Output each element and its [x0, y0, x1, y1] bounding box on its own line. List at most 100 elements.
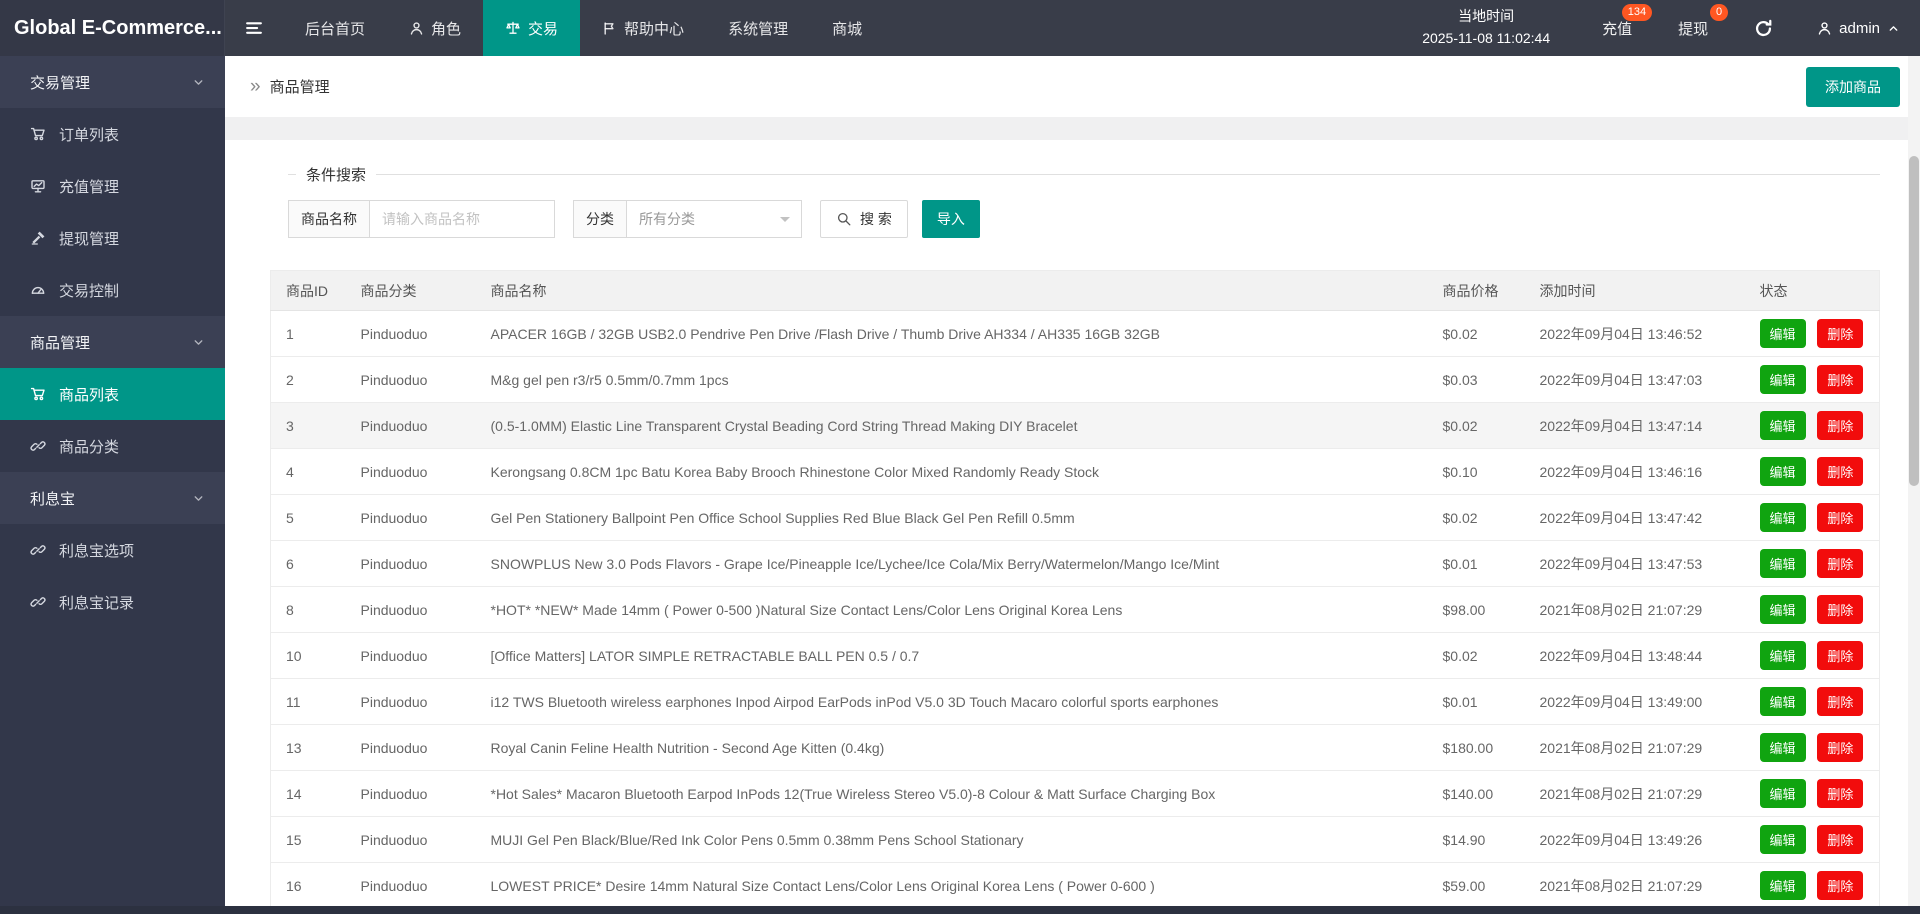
nav-item-dashboard[interactable]: 后台首页 [283, 0, 387, 56]
cell-product-price: $140.00 [1427, 770, 1525, 817]
sidebar-item-order-list[interactable]: 订单列表 [0, 108, 225, 160]
user-menu[interactable]: admin [1817, 20, 1900, 37]
cell-product-category: Pinduoduo [345, 632, 476, 679]
sidebar-item-trade-control[interactable]: 交易控制 [0, 264, 225, 316]
sidebar-section-product-management[interactable]: 商品管理 [0, 316, 225, 368]
chevron-down-icon [194, 339, 203, 345]
edit-button[interactable]: 编辑 [1759, 503, 1806, 532]
cell-product-name: i12 TWS Bluetooth wireless earphones Inp… [475, 678, 1428, 725]
sidebar-item-label: 充值管理 [59, 178, 120, 196]
menu-toggle-button[interactable] [225, 0, 283, 56]
nav-item-trade[interactable]: 交易 [483, 0, 581, 56]
table-row: 14 Pinduoduo *Hot Sales* Macaron Bluetoo… [270, 770, 1880, 817]
cell-product-id: 15 [270, 816, 346, 863]
chart-board-icon [31, 180, 45, 193]
cell-added-time: 2022年09月04日 13:47:42 [1524, 494, 1745, 541]
bottom-strip [0, 906, 1920, 914]
table-row: 3 Pinduoduo (0.5-1.0MM) Elastic Line Tra… [270, 402, 1880, 449]
delete-button[interactable]: 删除 [1817, 457, 1864, 486]
edit-button[interactable]: 编辑 [1759, 825, 1806, 854]
edit-button[interactable]: 编辑 [1759, 457, 1806, 486]
edit-button[interactable]: 编辑 [1759, 365, 1806, 394]
cell-product-price: $14.90 [1427, 816, 1525, 863]
cart-icon [30, 387, 45, 401]
cell-product-price: $0.02 [1427, 632, 1525, 679]
cell-product-category: Pinduoduo [345, 310, 476, 357]
nav-item-help[interactable]: 帮助中心 [580, 0, 706, 56]
delete-button[interactable]: 删除 [1817, 319, 1864, 348]
cell-added-time: 2022年09月04日 13:46:16 [1524, 448, 1745, 495]
link-icon [30, 441, 46, 451]
sidebar-section-interest-treasure[interactable]: 利息宝 [0, 472, 225, 524]
header-product-id: 商品ID [270, 270, 346, 311]
sidebar-item-recharge-management[interactable]: 充值管理 [0, 160, 225, 212]
cell-added-time: 2021年08月02日 21:07:29 [1524, 724, 1745, 771]
search-button[interactable]: 搜 索 [820, 200, 908, 238]
delete-button[interactable]: 删除 [1817, 871, 1864, 900]
table-row: 1 Pinduoduo APACER 16GB / 32GB USB2.0 Pe… [270, 310, 1880, 357]
page-title: 商品管理 [269, 79, 330, 96]
cell-added-time: 2021年08月02日 21:07:29 [1524, 862, 1745, 909]
delete-button[interactable]: 删除 [1817, 411, 1864, 440]
cell-product-name: [Office Matters] LATOR SIMPLE RETRACTABL… [475, 632, 1428, 679]
product-name-input[interactable] [369, 200, 555, 238]
header-status: 状态 [1744, 270, 1880, 311]
cell-product-price: $0.01 [1427, 678, 1525, 725]
sidebar-item-withdraw-management[interactable]: 提现管理 [0, 212, 225, 264]
top-navbar: Global E-Commerce... 后台首页 角色 交易 帮助中心 系统管… [0, 0, 1920, 56]
sidebar-item-interest-options[interactable]: 利息宝选项 [0, 524, 225, 576]
nav-item-roles[interactable]: 角色 [387, 0, 483, 56]
nav-item-withdraw[interactable]: 提现 0 [1678, 3, 1729, 39]
cell-product-name: *HOT* *NEW* Made 14mm ( Power 0-500 )Nat… [475, 586, 1428, 633]
delete-button[interactable]: 删除 [1817, 503, 1864, 532]
delete-button[interactable]: 删除 [1817, 825, 1864, 854]
table-row: 10 Pinduoduo [Office Matters] LATOR SIMP… [270, 632, 1880, 679]
cell-product-name: SNOWPLUS New 3.0 Pods Flavors - Grape Ic… [475, 540, 1428, 587]
nav-item-mall[interactable]: 商城 [810, 0, 884, 56]
chevron-down-icon [780, 217, 790, 227]
sidebar-section-trade-management[interactable]: 交易管理 [0, 56, 225, 108]
add-product-button[interactable]: 添加商品 [1806, 66, 1900, 107]
delete-button[interactable]: 删除 [1817, 365, 1864, 394]
category-group: 分类 所有分类 [573, 200, 802, 238]
edit-button[interactable]: 编辑 [1759, 733, 1806, 762]
edit-button[interactable]: 编辑 [1759, 411, 1806, 440]
edit-button[interactable]: 编辑 [1759, 641, 1806, 670]
import-button[interactable]: 导入 [921, 200, 980, 238]
delete-button[interactable]: 删除 [1817, 687, 1864, 716]
search-legend: 条件搜索 [306, 167, 367, 184]
vertical-scrollbar[interactable] [1908, 56, 1920, 914]
nav-item-system[interactable]: 系统管理 [706, 0, 810, 56]
cell-actions: 编辑 删除 [1744, 678, 1880, 725]
delete-button[interactable]: 删除 [1817, 779, 1864, 808]
category-select[interactable]: 所有分类 [626, 200, 802, 238]
delete-button[interactable]: 删除 [1817, 641, 1864, 670]
edit-button[interactable]: 编辑 [1759, 687, 1806, 716]
main-nav: 后台首页 角色 交易 帮助中心 系统管理 商城 [283, 0, 884, 56]
product-table-body: 1 Pinduoduo APACER 16GB / 32GB USB2.0 Pe… [270, 310, 1880, 909]
edit-button[interactable]: 编辑 [1759, 779, 1806, 808]
app-logo[interactable]: Global E-Commerce... [0, 0, 225, 56]
sidebar-item-label: 交易控制 [59, 282, 120, 300]
sidebar-item-product-category[interactable]: 商品分类 [0, 420, 225, 472]
gavel-icon [31, 231, 45, 245]
sidebar-item-interest-records[interactable]: 利息宝记录 [0, 576, 225, 628]
edit-button[interactable]: 编辑 [1759, 549, 1806, 578]
cell-product-name: MUJI Gel Pen Black/Blue/Red Ink Color Pe… [475, 816, 1428, 863]
edit-button[interactable]: 编辑 [1759, 595, 1806, 624]
scrollbar-thumb[interactable] [1909, 156, 1919, 486]
sidebar-item-product-list[interactable]: 商品列表 [0, 368, 225, 420]
nav-item-recharge[interactable]: 充值 134 [1602, 3, 1653, 39]
delete-button[interactable]: 删除 [1817, 549, 1864, 578]
edit-button[interactable]: 编辑 [1759, 319, 1806, 348]
cell-added-time: 2022年09月04日 13:47:03 [1524, 356, 1745, 403]
cell-product-category: Pinduoduo [345, 402, 476, 449]
breadcrumb: » 商品管理 添加商品 [225, 56, 1920, 117]
nav-item-label: 交易 [528, 20, 559, 38]
nav-item-label: 角色 [431, 20, 462, 38]
edit-button[interactable]: 编辑 [1759, 871, 1806, 900]
delete-button[interactable]: 删除 [1817, 733, 1864, 762]
refresh-button[interactable] [1754, 19, 1773, 38]
cell-actions: 编辑 删除 [1744, 862, 1880, 909]
delete-button[interactable]: 删除 [1817, 595, 1864, 624]
